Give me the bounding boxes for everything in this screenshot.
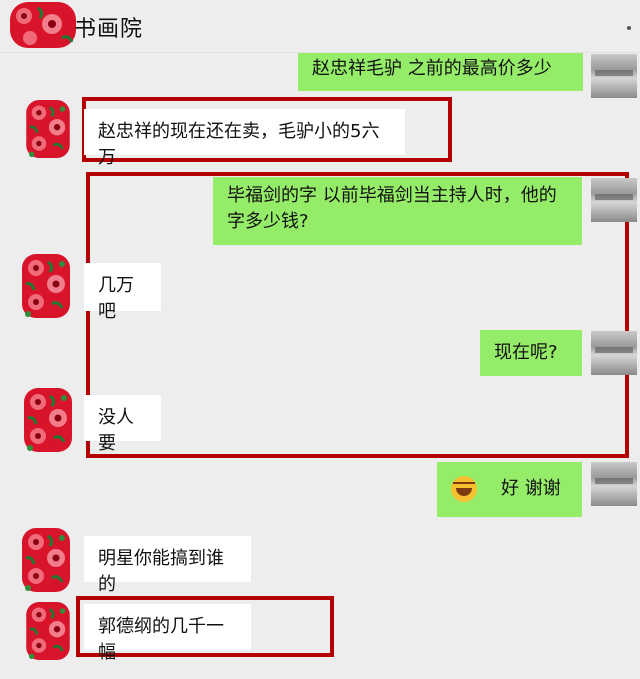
contact-avatar[interactable] bbox=[24, 100, 72, 158]
message-bubble-self[interactable]: 赵忠祥毛驴 之前的最高价多少 bbox=[298, 53, 583, 91]
self-avatar[interactable] bbox=[591, 462, 637, 506]
message-bubble-other[interactable]: 没人要 bbox=[84, 395, 161, 454]
message-bubble-self[interactable]: 毕福剑的字 以前毕福剑当主持人时，他的字多少钱? bbox=[213, 177, 582, 245]
message-bubble-self[interactable]: 好 谢谢 bbox=[437, 462, 582, 517]
message-text: 好 谢谢 bbox=[501, 478, 561, 499]
message-bubble-other[interactable]: 赵忠祥的现在还在卖，毛驴小的5六万 bbox=[84, 109, 405, 168]
chat-header: 书画院 bbox=[0, 0, 640, 53]
contact-avatar[interactable] bbox=[22, 254, 70, 318]
self-avatar[interactable] bbox=[591, 54, 637, 98]
more-options-icon[interactable] bbox=[627, 26, 631, 30]
self-avatar[interactable] bbox=[591, 331, 637, 375]
contact-avatar[interactable] bbox=[24, 388, 72, 452]
message-bubble-self[interactable]: 现在呢? bbox=[480, 330, 582, 376]
laughing-tears-emoji-icon bbox=[451, 476, 477, 502]
contact-avatar[interactable] bbox=[22, 524, 70, 596]
message-bubble-other[interactable]: 明星你能搞到谁的 bbox=[84, 536, 251, 595]
group-avatar-icon[interactable] bbox=[10, 2, 76, 48]
contact-avatar[interactable] bbox=[24, 602, 72, 660]
message-bubble-other[interactable]: 郭德纲的几千一幅 bbox=[84, 604, 251, 663]
message-bubble-other[interactable]: 几万吧 bbox=[84, 263, 161, 322]
self-avatar[interactable] bbox=[591, 178, 637, 222]
chat-title: 书画院 bbox=[74, 17, 144, 42]
